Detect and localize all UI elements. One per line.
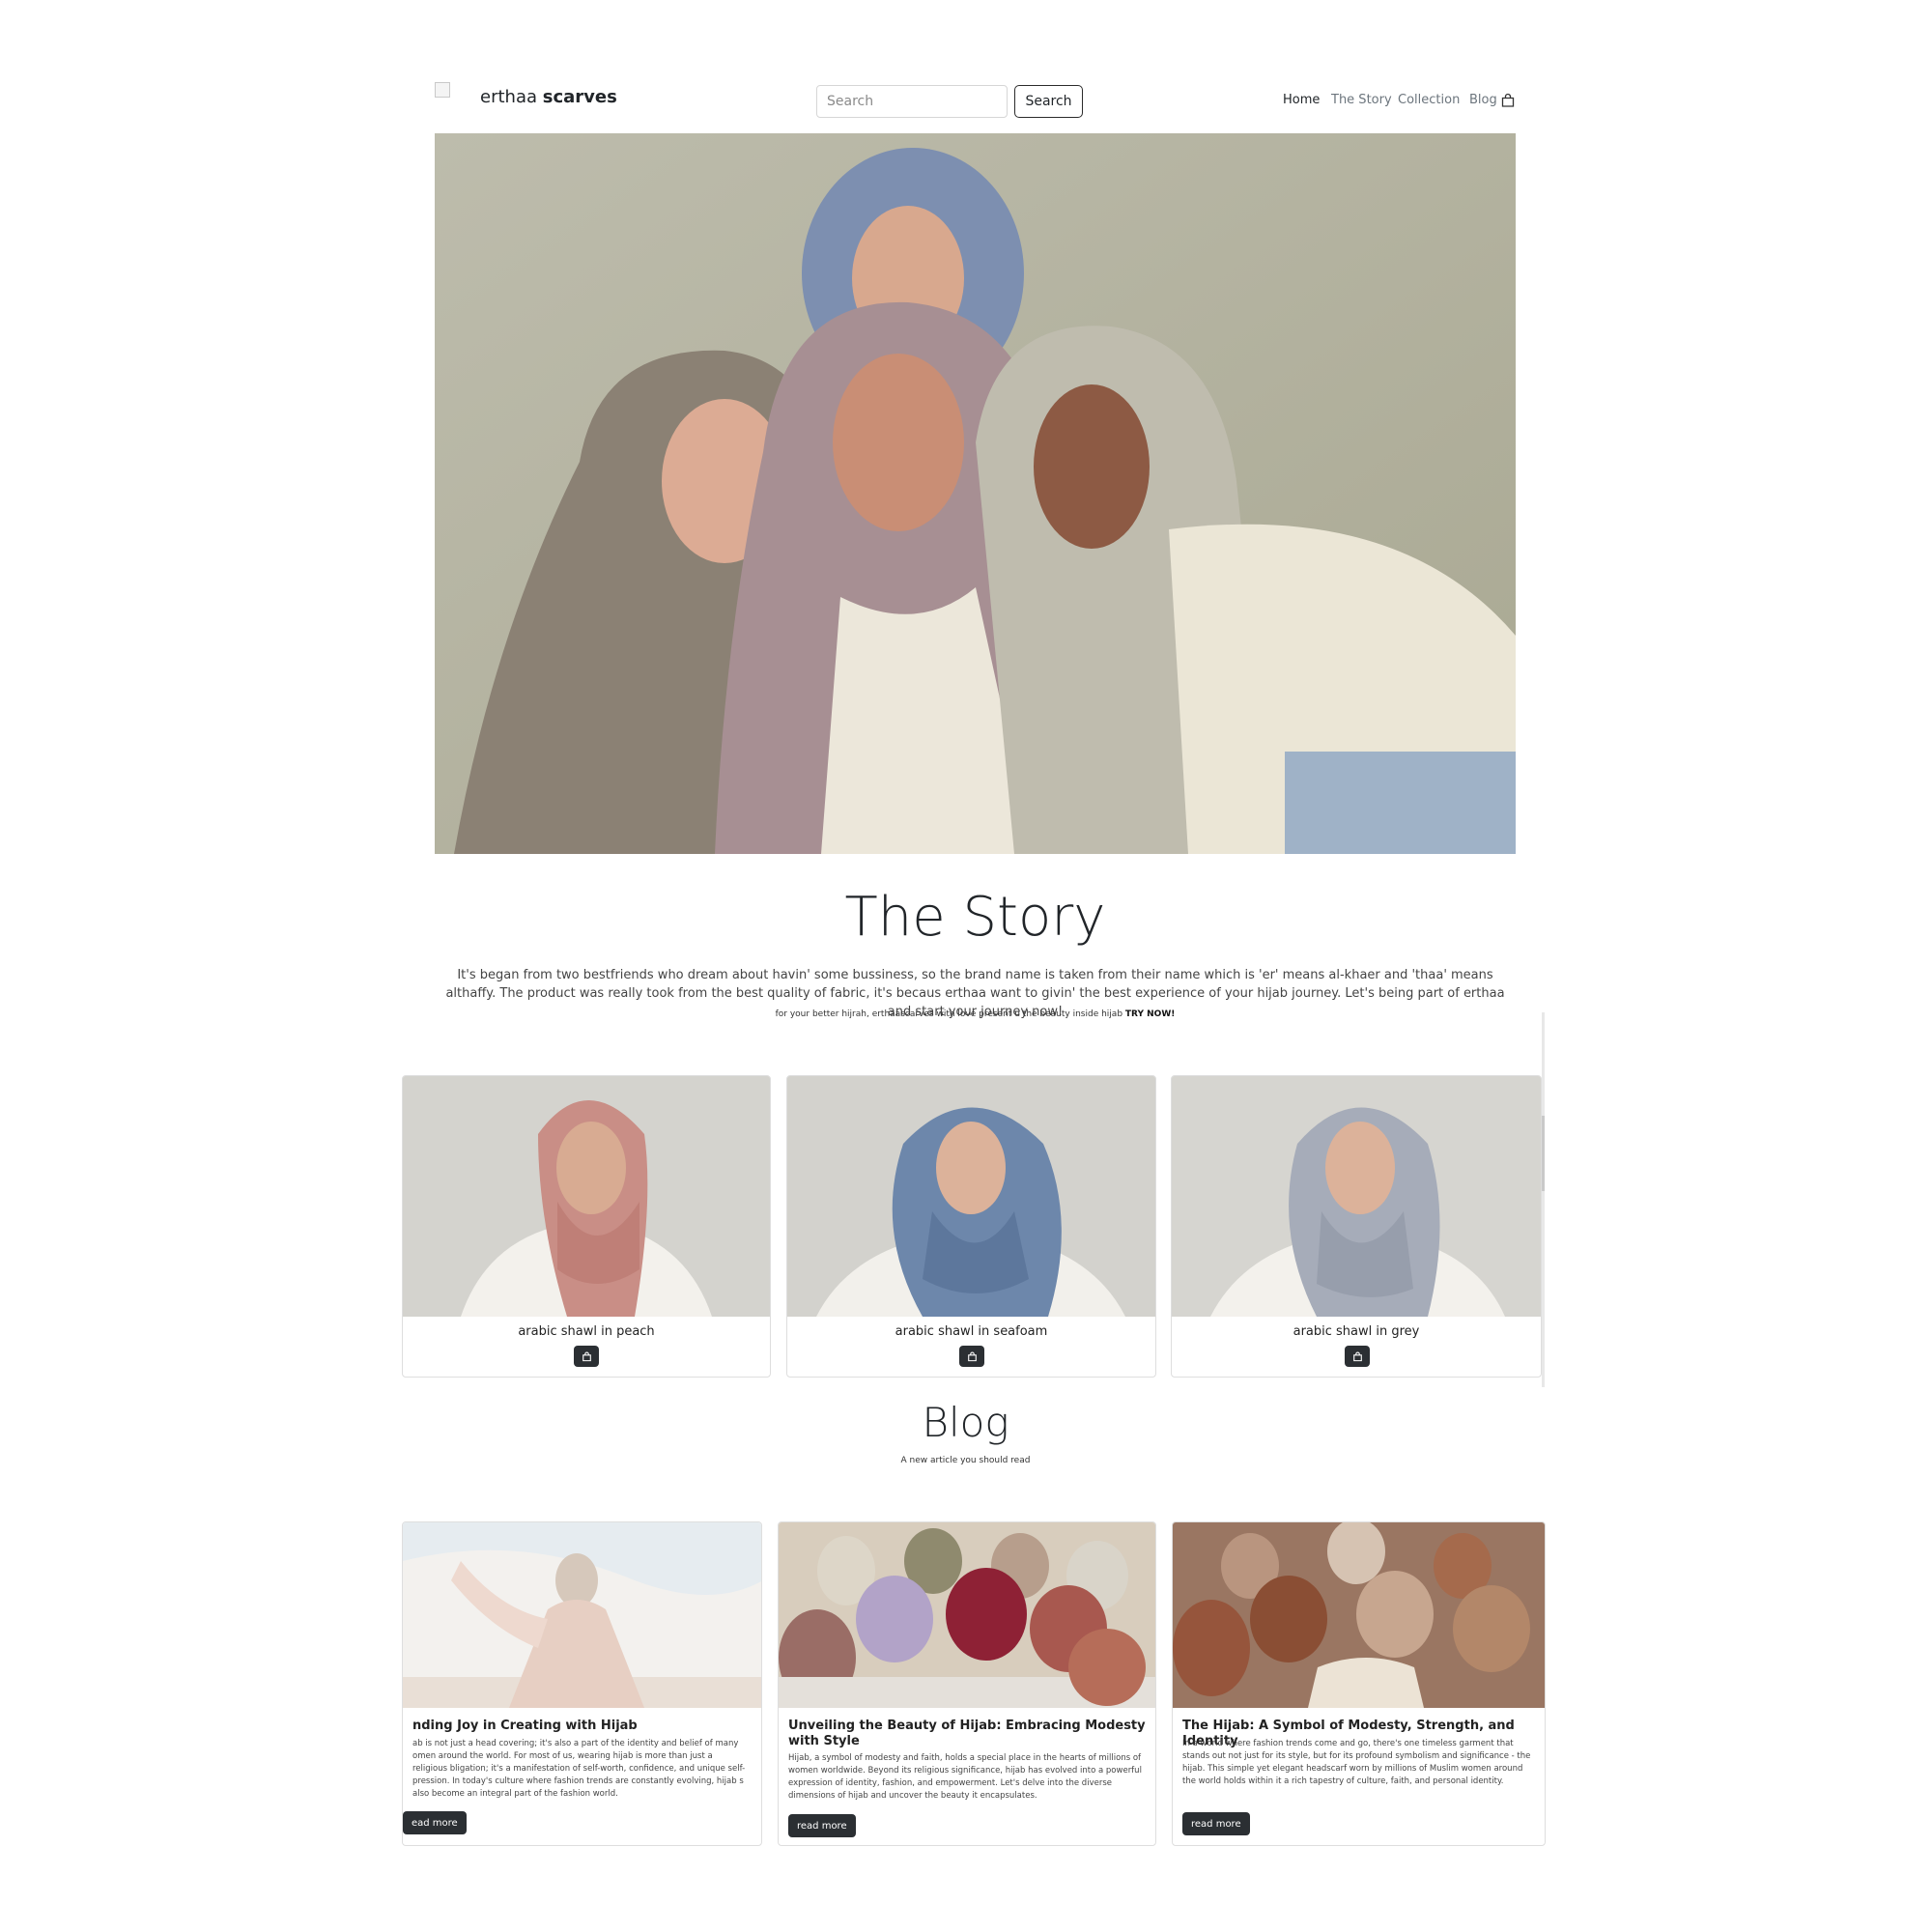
read-more-button[interactable]: read more	[1182, 1812, 1250, 1835]
blog-post-excerpt: ab is not just a head covering; it's als…	[412, 1739, 746, 1799]
hero-image	[435, 133, 1516, 854]
collection-scrollbar[interactable]	[1542, 1012, 1545, 1387]
nav-home[interactable]: Home	[1283, 93, 1320, 107]
collection-scrollbar-thumb[interactable]	[1542, 1116, 1545, 1191]
blog-image[interactable]	[403, 1522, 761, 1708]
brand-logo-image[interactable]	[435, 82, 450, 98]
blog-card[interactable]: Unveiling the Beauty of Hijab: Embracing…	[778, 1521, 1156, 1846]
add-to-cart-button[interactable]	[1345, 1346, 1370, 1367]
product-image[interactable]	[1172, 1076, 1541, 1317]
blog-post-title[interactable]: Unveiling the Beauty of Hijab: Embracing…	[788, 1719, 1146, 1749]
blog-post-excerpt: In a world where fashion trends come and…	[1182, 1739, 1531, 1786]
blog-card[interactable]: The Hijab: A Symbol of Modesty, Strength…	[1172, 1521, 1546, 1846]
product-image[interactable]	[787, 1076, 1155, 1317]
blog-post-excerpt: Hijab, a symbol of modesty and faith, ho…	[788, 1753, 1142, 1801]
read-more-button[interactable]: read more	[788, 1814, 856, 1837]
brand-name-light: erthaa	[480, 87, 538, 107]
story-title: The Story	[844, 886, 1106, 949]
blog-subtitle: A new article you should read	[900, 1456, 1031, 1465]
blog-image[interactable]	[1173, 1522, 1545, 1708]
add-to-cart-button[interactable]	[574, 1346, 599, 1367]
blog-title: Blog	[922, 1399, 1009, 1446]
product-card[interactable]: arabic shawl in peach	[402, 1075, 771, 1378]
product-name: arabic shawl in grey	[1293, 1324, 1420, 1339]
try-now-link[interactable]: TRY NOW!	[1125, 1009, 1175, 1019]
product-card[interactable]: arabic shawl in seafoam	[786, 1075, 1156, 1378]
brand-name[interactable]: erthaa scarves	[480, 87, 617, 107]
blog-card[interactable]: nding Joy in Creating with Hijab ab is n…	[402, 1521, 762, 1846]
brand-name-bold: scarves	[542, 87, 617, 107]
add-to-cart-button[interactable]	[959, 1346, 984, 1367]
product-image[interactable]	[403, 1076, 770, 1317]
search-input[interactable]	[816, 85, 1008, 118]
search-button[interactable]: Search	[1014, 85, 1083, 118]
shopping-bag-icon	[1352, 1351, 1362, 1361]
read-more-button[interactable]: ead more	[403, 1811, 467, 1834]
story-tagline-text: for your better hijrah, erthaascarves wi…	[775, 1009, 1123, 1019]
shopping-bag-icon	[967, 1351, 977, 1361]
product-card[interactable]: arabic shawl in grey	[1171, 1075, 1542, 1378]
shopping-bag-icon[interactable]	[1500, 93, 1516, 108]
blog-image[interactable]	[779, 1522, 1155, 1708]
story-tagline: for your better hijrah, erthaascarves wi…	[435, 1009, 1516, 1019]
product-name: arabic shawl in peach	[518, 1324, 655, 1339]
product-name: arabic shawl in seafoam	[895, 1324, 1048, 1339]
nav-the-story[interactable]: The Story	[1331, 93, 1392, 107]
nav-collection[interactable]: Collection	[1398, 93, 1460, 107]
shopping-bag-icon	[582, 1351, 591, 1361]
nav-blog[interactable]: Blog	[1469, 93, 1497, 107]
blog-post-title[interactable]: nding Joy in Creating with Hijab	[412, 1719, 752, 1734]
